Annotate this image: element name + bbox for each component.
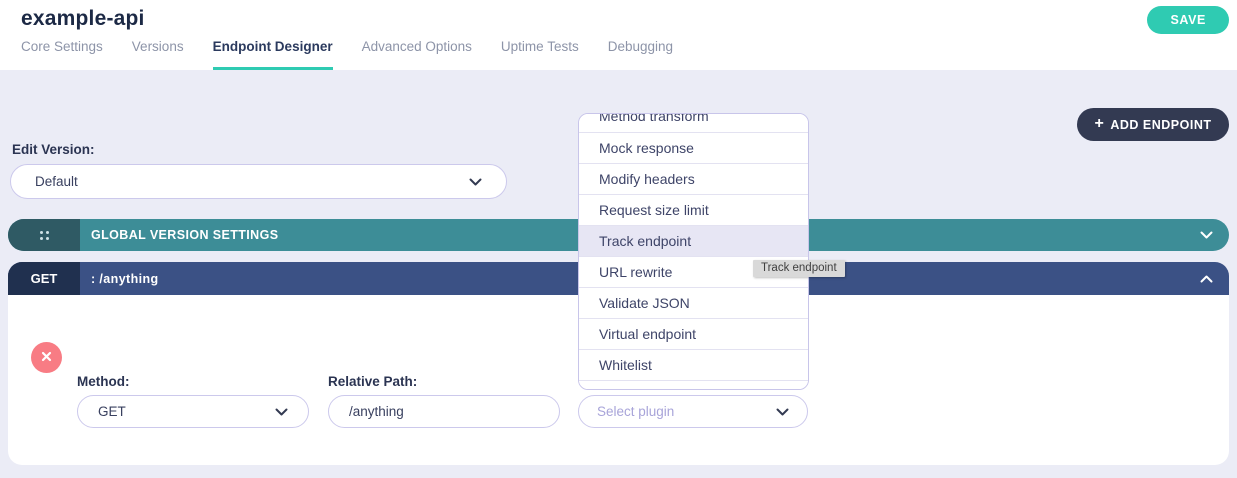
endpoint-method-badge: GET — [8, 262, 80, 295]
menu-item-validate-json[interactable]: Validate JSON — [579, 287, 808, 318]
endpoint-path-label: : /anything — [91, 272, 159, 286]
menu-item-request-size-limit[interactable]: Request size limit — [579, 194, 808, 225]
menu-item-method-transform[interactable]: Method transform — [579, 113, 808, 132]
tab-debugging[interactable]: Debugging — [608, 39, 673, 70]
tab-endpoint-designer[interactable]: Endpoint Designer — [213, 39, 333, 70]
endpoint-designer-page: example-api SAVE Core Settings Versions … — [0, 0, 1237, 478]
plugin-select[interactable]: Select plugin — [578, 395, 808, 428]
method-value: GET — [98, 404, 126, 419]
tab-versions[interactable]: Versions — [132, 39, 184, 70]
menu-item-whitelist[interactable]: Whitelist — [579, 349, 808, 380]
content-area: + ADD ENDPOINT Edit Version: Default GLO… — [0, 70, 1237, 478]
menu-item-mock-response[interactable]: Mock response — [579, 132, 808, 163]
header: example-api SAVE Core Settings Versions … — [0, 0, 1237, 70]
chevron-up-icon — [1200, 275, 1213, 283]
drag-handle-icon — [40, 231, 49, 240]
track-endpoint-tooltip: Track endpoint — [753, 260, 845, 277]
plugin-select-placeholder: Select plugin — [597, 404, 674, 419]
plus-icon: + — [1095, 116, 1105, 132]
chevron-down-icon — [469, 178, 482, 186]
menu-item-modify-headers[interactable]: Modify headers — [579, 163, 808, 194]
tab-uptime-tests[interactable]: Uptime Tests — [501, 39, 579, 70]
tab-bar: Core Settings Versions Endpoint Designer… — [21, 39, 673, 70]
chevron-down-icon — [776, 408, 789, 416]
edit-version-label: Edit Version: — [12, 142, 95, 157]
relative-path-label: Relative Path: — [328, 374, 417, 389]
edit-version-value: Default — [35, 174, 78, 189]
menu-item-track-endpoint[interactable]: Track endpoint — [579, 225, 808, 256]
close-icon — [41, 350, 52, 365]
method-label: Method: — [77, 374, 129, 389]
add-endpoint-label: ADD ENDPOINT — [1110, 118, 1211, 132]
add-endpoint-button[interactable]: + ADD ENDPOINT — [1077, 108, 1229, 141]
global-bar-label: GLOBAL VERSION SETTINGS — [91, 228, 278, 242]
plugin-dropdown-menu: Method transform Mock response Modify he… — [578, 113, 809, 390]
chevron-down-icon — [1200, 231, 1213, 239]
menu-item-virtual-endpoint[interactable]: Virtual endpoint — [579, 318, 808, 349]
page-title: example-api — [21, 7, 145, 31]
method-select[interactable]: GET — [77, 395, 309, 428]
chevron-down-icon — [275, 408, 288, 416]
plugin-menu-list: Method transform Mock response Modify he… — [579, 113, 808, 390]
tab-advanced-options[interactable]: Advanced Options — [362, 39, 472, 70]
remove-endpoint-button[interactable] — [31, 342, 62, 373]
edit-version-select[interactable]: Default — [10, 164, 507, 199]
drag-handle[interactable] — [8, 219, 80, 251]
save-button[interactable]: SAVE — [1147, 6, 1229, 34]
menu-item-go-plugin[interactable]: Go Plugin — [579, 380, 808, 390]
relative-path-input[interactable] — [328, 395, 560, 428]
tab-core-settings[interactable]: Core Settings — [21, 39, 103, 70]
